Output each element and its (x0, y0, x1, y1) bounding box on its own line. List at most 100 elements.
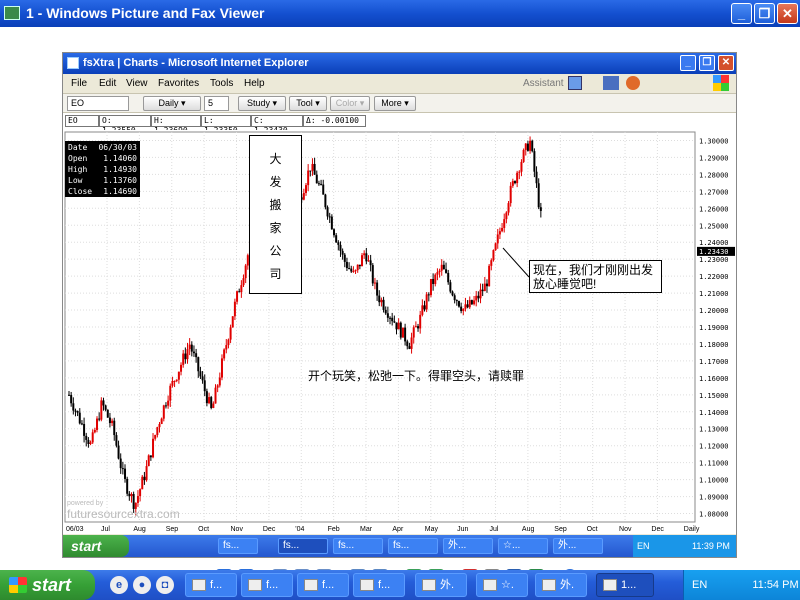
x-tick-label: Oct (587, 526, 598, 533)
screenshot-image: fsXtra | Charts - Microsoft Internet Exp… (62, 52, 737, 558)
system-tray: EN 11:54 PM (683, 570, 800, 600)
study-button[interactable]: Study ▾ (238, 96, 286, 111)
ie-close-button[interactable]: ✕ (718, 55, 734, 71)
y-tick-label: 1.25000 (699, 222, 729, 230)
candle-body (503, 219, 506, 228)
ie-quicklaunch-icon[interactable]: e (110, 576, 128, 594)
task-7[interactable]: 外. (535, 573, 587, 597)
candle-body (190, 344, 193, 352)
app-icon (542, 579, 556, 592)
start-button[interactable]: start (0, 570, 95, 600)
task-8[interactable]: 1... (596, 573, 654, 597)
ie-minimize-button[interactable]: _ (680, 55, 696, 71)
candle-body (386, 313, 389, 318)
inner-task-6[interactable]: ☆... (498, 538, 548, 554)
candle-body (89, 442, 92, 444)
info-low: L: 1.23350 (201, 115, 251, 135)
candle-body (412, 327, 415, 338)
candle-body (141, 476, 144, 490)
task-1[interactable]: f... (185, 573, 237, 597)
task-3[interactable]: f... (297, 573, 349, 597)
candle-body (425, 294, 428, 310)
candle-body (354, 270, 357, 272)
inner-task-1[interactable]: fs... (218, 538, 258, 554)
candle-body (511, 181, 514, 186)
messenger-icon[interactable] (603, 76, 619, 90)
y-tick-label: 1.13000 (699, 426, 729, 434)
candle-body (356, 264, 359, 271)
assistant-label[interactable]: Assistant (523, 78, 564, 89)
y-tick-label: 1.30000 (699, 137, 729, 145)
y-tick-label: 1.14000 (699, 409, 729, 417)
chart-toolbar: EO Daily ▾ 5 Study ▾ Tool ▾ Color ▾ More… (63, 94, 736, 113)
close-button[interactable]: ✕ (777, 3, 798, 24)
inner-start-button[interactable]: start (63, 535, 129, 557)
tool-button[interactable]: Tool ▾ (289, 96, 327, 111)
y-tick-label: 1.29000 (699, 154, 729, 162)
task-5[interactable]: 外. (415, 573, 467, 597)
candle-body (214, 387, 217, 404)
inner-task-2[interactable]: fs... (278, 538, 328, 554)
inner-task-5[interactable]: 外... (443, 538, 493, 554)
color-button[interactable]: Color ▾ (330, 96, 370, 111)
windows-flag-icon (9, 577, 27, 593)
candle-body (203, 380, 206, 392)
candle-body (236, 291, 239, 302)
language-indicator[interactable]: EN (692, 579, 707, 591)
candle-body (518, 171, 521, 173)
task-2[interactable]: f... (241, 573, 293, 597)
media-quicklaunch-icon[interactable]: ● (133, 576, 151, 594)
interval-button[interactable]: Daily ▾ (143, 96, 201, 111)
candle-body (70, 394, 73, 404)
x-tick-label: Aug (133, 526, 146, 533)
inner-task-4[interactable]: fs... (388, 538, 438, 554)
candle-body (501, 227, 504, 232)
candle-body (509, 185, 512, 204)
candle-body (100, 400, 103, 420)
period-input[interactable]: 5 (204, 96, 229, 111)
candle-body (175, 379, 178, 381)
inner-task-3[interactable]: fs... (333, 538, 383, 554)
candle-body (391, 317, 394, 322)
symbol-select[interactable]: EO (67, 96, 129, 111)
y-tick-label: 1.22000 (699, 273, 729, 281)
menu-file[interactable]: File (71, 78, 87, 89)
candle-body (496, 234, 499, 244)
task-6[interactable]: ☆. (476, 573, 528, 597)
minimize-button[interactable]: _ (731, 3, 752, 24)
price-chart[interactable]: 1.30000 1.29000 1.28000 1.27000 1.26000 1.250… (63, 130, 736, 534)
candle-body (380, 299, 383, 303)
x-tick-label: Jun (457, 526, 468, 533)
app-icon (192, 579, 206, 592)
candle-body (233, 301, 236, 317)
windows-flag-icon (713, 75, 729, 91)
taskbar: start e ● ◘ f... f... f... f... 外. ☆. 外.… (0, 570, 800, 600)
menu-favorites[interactable]: Favorites (158, 78, 199, 89)
y-tick-label: 1.21000 (699, 290, 729, 298)
x-tick-label: Nov (231, 526, 244, 533)
inner-task-7[interactable]: 外... (553, 538, 603, 554)
ie-maximize-button[interactable]: ❐ (699, 55, 715, 71)
joke-annotation: 开个玩笑，松弛一下。得罪空头，请赎罪 (308, 369, 525, 383)
task-4[interactable]: f... (353, 573, 405, 597)
candle-body (436, 272, 439, 275)
candle-body (238, 291, 241, 293)
candle-body (76, 411, 79, 413)
candle-body (447, 272, 450, 283)
menu-help[interactable]: Help (244, 78, 265, 89)
menu-edit[interactable]: Edit (99, 78, 116, 89)
desktop-quicklaunch-icon[interactable]: ◘ (156, 576, 174, 594)
candle-body (535, 171, 538, 184)
assistant-check-icon[interactable] (568, 76, 582, 90)
more-button[interactable]: More ▾ (374, 96, 416, 111)
tool-icon[interactable] (626, 76, 640, 90)
candle-body (156, 427, 159, 436)
menu-view[interactable]: View (126, 78, 148, 89)
maximize-button[interactable]: ❐ (754, 3, 775, 24)
candle-body (147, 455, 150, 467)
x-start-label: 06/03 (66, 526, 84, 533)
candle-body (139, 489, 142, 497)
inner-lang[interactable]: EN (637, 541, 650, 551)
menu-tools[interactable]: Tools (210, 78, 233, 89)
candle-body (348, 268, 351, 270)
